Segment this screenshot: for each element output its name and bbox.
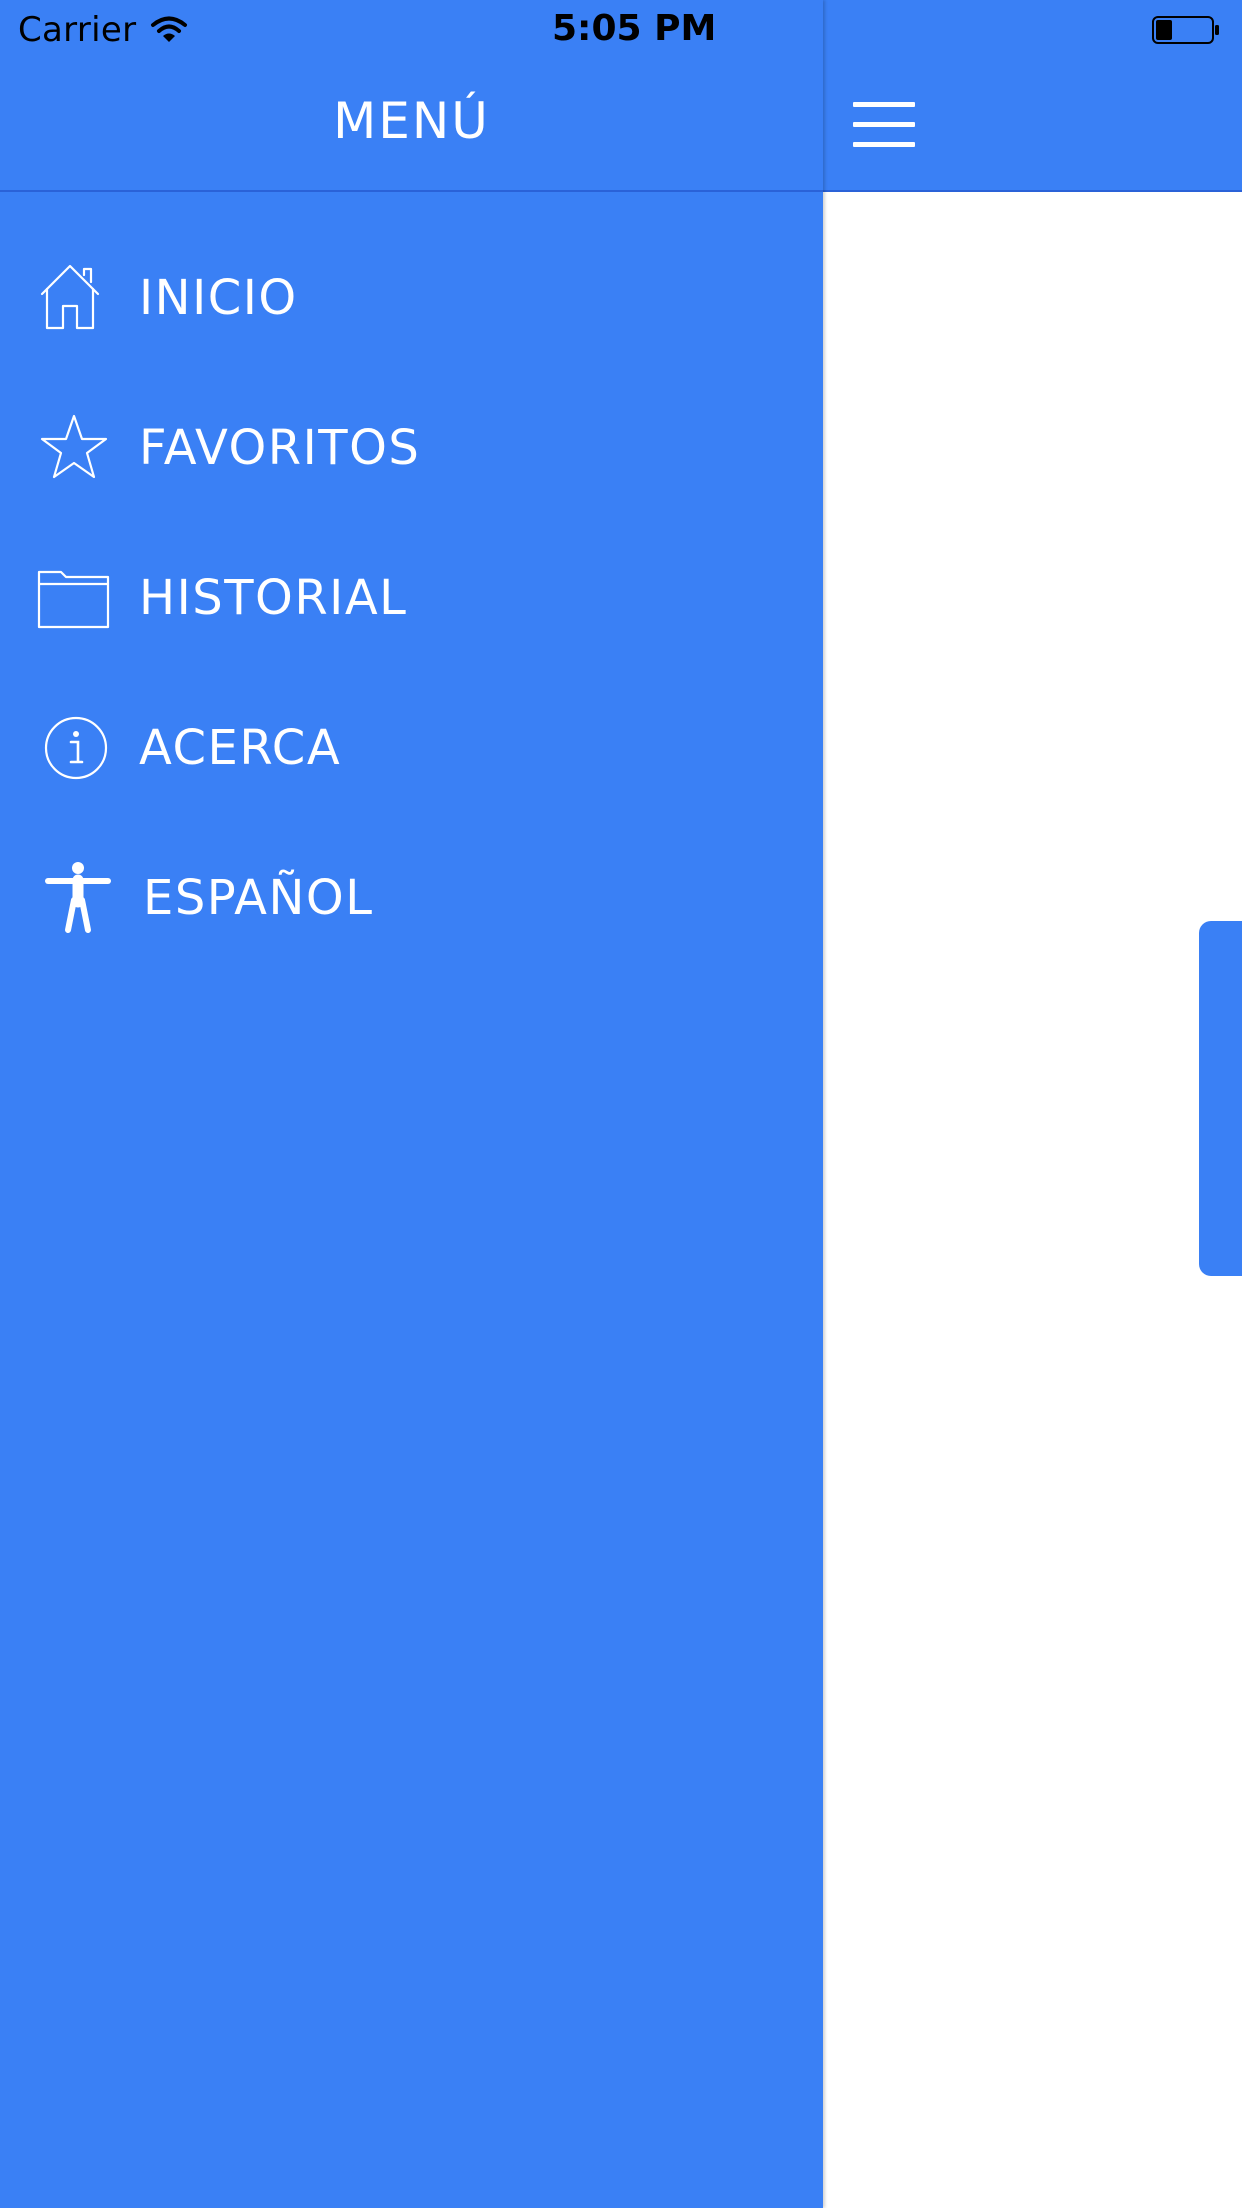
star-icon xyxy=(40,414,108,479)
home-icon xyxy=(40,264,100,330)
accessibility-icon xyxy=(45,862,111,933)
sidebar-item-favoritos[interactable]: FAVORITOS xyxy=(0,380,823,530)
sidebar-drawer: MENÚ INICIO FAVORITOS HISTORIAL ACERCA E… xyxy=(0,0,823,2208)
status-bar: Carrier 5:05 PM xyxy=(0,0,1242,62)
folder-icon xyxy=(37,570,110,629)
wifi-icon xyxy=(151,16,187,42)
clock: 5:05 PM xyxy=(552,8,717,49)
side-drawer-tab[interactable] xyxy=(1199,921,1242,1276)
menu-title: MENÚ xyxy=(333,92,490,150)
sidebar-item-espanol[interactable]: ESPAÑOL xyxy=(0,830,823,980)
sidebar-item-label: INICIO xyxy=(139,270,298,326)
sidebar-item-label: HISTORIAL xyxy=(139,570,408,626)
hamburger-icon[interactable] xyxy=(853,102,915,148)
sidebar-item-acerca[interactable]: ACERCA xyxy=(0,680,823,830)
main-content xyxy=(823,192,1242,2208)
app-screen: Carrier 5:05 PM MENÚ INICIO FAVORITOS HI… xyxy=(0,0,1242,2208)
sidebar-item-historial[interactable]: HISTORIAL xyxy=(0,530,823,680)
sidebar-item-label: FAVORITOS xyxy=(139,420,421,476)
sidebar-item-label: ACERCA xyxy=(139,720,342,776)
sidebar-item-label: ESPAÑOL xyxy=(143,870,374,926)
battery-icon xyxy=(1152,16,1219,44)
carrier-label: Carrier xyxy=(18,10,137,50)
menu-list: INICIO FAVORITOS HISTORIAL ACERCA ESPAÑO… xyxy=(0,230,823,980)
sidebar-item-inicio[interactable]: INICIO xyxy=(0,230,823,380)
info-icon xyxy=(44,716,108,780)
